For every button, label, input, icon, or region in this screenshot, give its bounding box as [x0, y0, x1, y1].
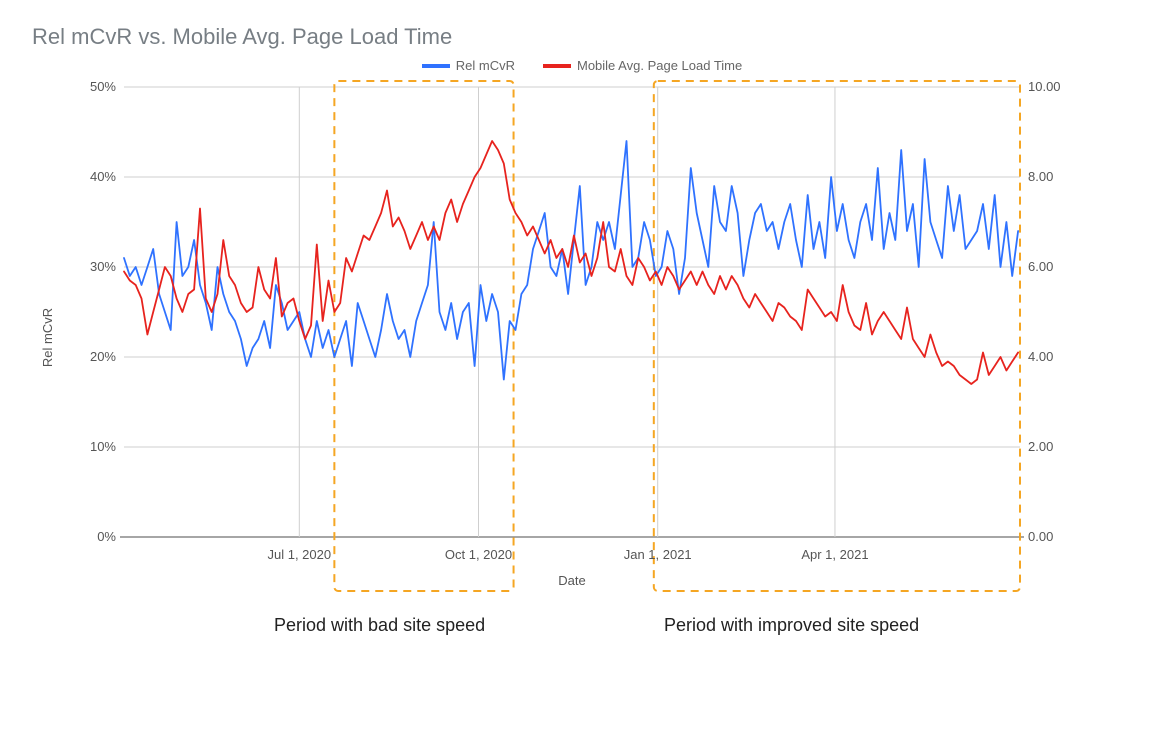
svg-text:Date: Date [558, 573, 585, 588]
svg-text:0.00: 0.00 [1028, 529, 1053, 544]
svg-text:4.00: 4.00 [1028, 349, 1053, 364]
y-axis-left-label: Rel mCvR [41, 307, 56, 366]
svg-text:Jul 1, 2020: Jul 1, 2020 [267, 547, 331, 562]
legend-swatch-load [543, 64, 571, 68]
y-axis-left-label-container: Rel mCvR [24, 77, 72, 597]
legend-item-mcvr: Rel mCvR [422, 58, 515, 73]
svg-text:40%: 40% [90, 169, 116, 184]
svg-text:6.00: 6.00 [1028, 259, 1053, 274]
svg-text:30%: 30% [90, 259, 116, 274]
plot-area: 0% 10% 20% 30% 40% 50% 0.00 2.00 4.00 6.00 8.00 10.… [72, 77, 1092, 597]
svg-text:Apr 1, 2021: Apr 1, 2021 [801, 547, 868, 562]
y-axis-right-spacer [1092, 77, 1140, 597]
legend: Rel mCvR Mobile Avg. Page Load Time [24, 58, 1140, 73]
legend-item-load: Mobile Avg. Page Load Time [543, 58, 742, 73]
chart-title: Rel mCvR vs. Mobile Avg. Page Load Time [32, 24, 1140, 50]
annotation-improved-speed: Period with improved site speed [664, 615, 1140, 636]
svg-text:0%: 0% [97, 529, 116, 544]
svg-text:8.00: 8.00 [1028, 169, 1053, 184]
svg-text:20%: 20% [90, 349, 116, 364]
legend-swatch-mcvr [422, 64, 450, 68]
annotation-bad-speed: Period with bad site speed [274, 615, 604, 636]
svg-text:Jan 1, 2021: Jan 1, 2021 [624, 547, 692, 562]
svg-text:Oct 1, 2020: Oct 1, 2020 [445, 547, 512, 562]
svg-text:2.00: 2.00 [1028, 439, 1053, 454]
legend-label: Mobile Avg. Page Load Time [577, 58, 742, 73]
chart-container: Rel mCvR vs. Mobile Avg. Page Load Time … [24, 24, 1140, 636]
annotation-row: Period with bad site speed Period with i… [24, 615, 1140, 636]
chart-svg: 0% 10% 20% 30% 40% 50% 0.00 2.00 4.00 6.00 8.00 10.… [72, 77, 1072, 597]
svg-text:10%: 10% [90, 439, 116, 454]
svg-text:50%: 50% [90, 79, 116, 94]
svg-text:10.00: 10.00 [1028, 79, 1061, 94]
legend-label: Rel mCvR [456, 58, 515, 73]
